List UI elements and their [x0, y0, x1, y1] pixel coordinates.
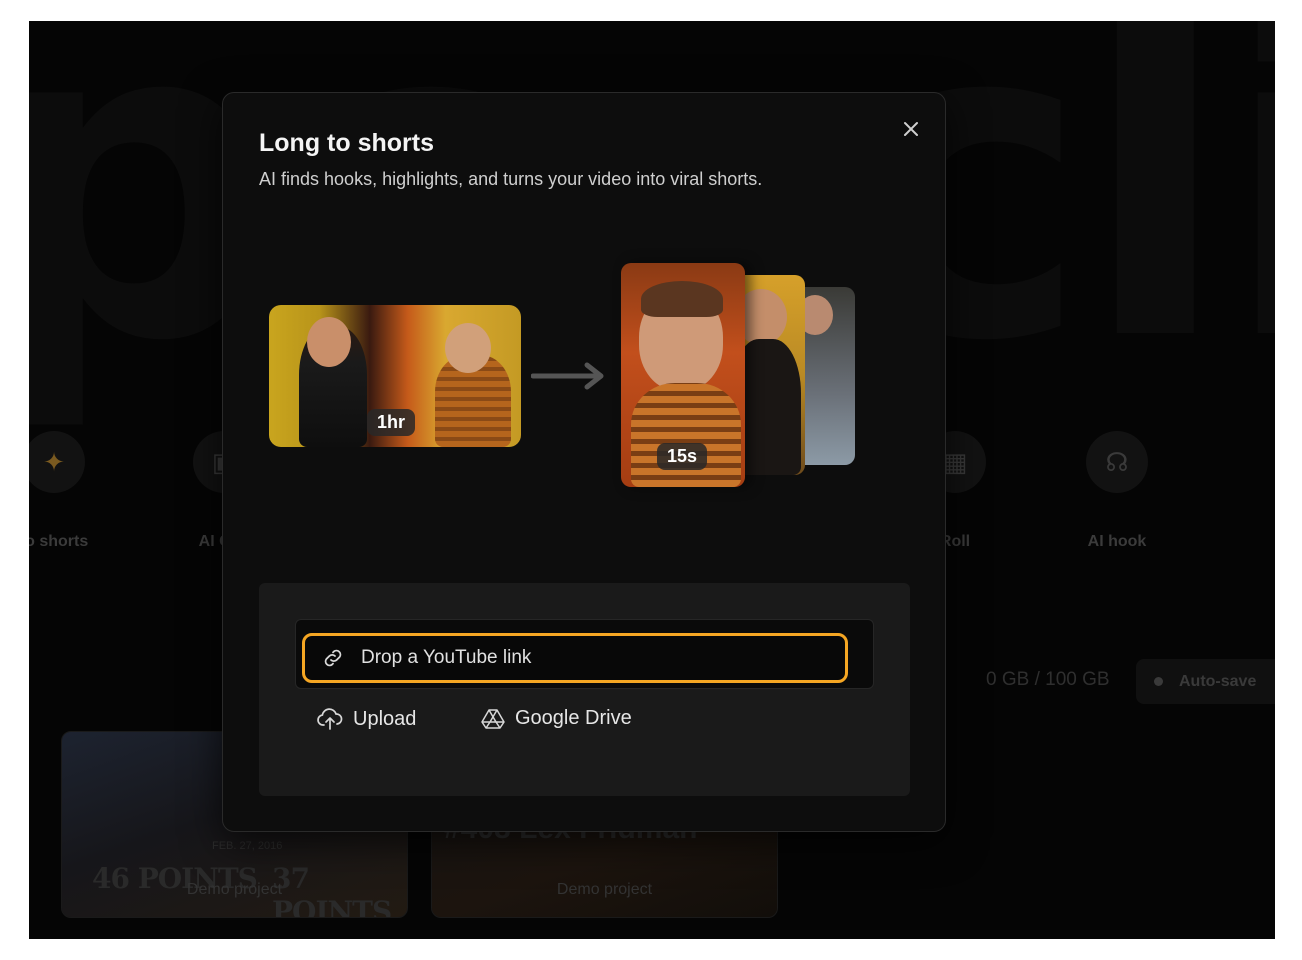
duration-badge: 15s — [657, 443, 708, 470]
youtube-link-input[interactable] — [359, 646, 845, 670]
duration-badge: 1hr — [367, 409, 416, 436]
cloud-upload-icon — [317, 708, 343, 730]
head-waveform-icon: ☊ — [1086, 431, 1148, 493]
demo-date: FEB. 27, 2016 — [212, 840, 283, 852]
autosave-toggle[interactable]: Auto-save — [1136, 659, 1275, 704]
long-video-thumbnail: 1hr — [269, 305, 521, 447]
short-clip-thumbnail: 15s — [621, 263, 745, 487]
demo-label: Demo project — [186, 881, 283, 898]
close-icon — [904, 122, 918, 136]
youtube-link-field[interactable] — [302, 633, 848, 683]
tool-ai-hook[interactable]: ☊ AI hook — [1052, 431, 1182, 551]
tool-long-to-shorts[interactable]: ✦ to shorts — [29, 431, 119, 551]
google-drive-icon — [481, 708, 505, 729]
autosave-label: Auto-save — [1179, 672, 1257, 690]
tool-label: to shorts — [29, 533, 89, 550]
arrow-right-icon — [531, 362, 604, 390]
demo-label: Demo project — [556, 881, 653, 898]
close-button[interactable] — [897, 115, 925, 143]
long-to-shorts-illustration: 1hr 15s — [223, 253, 945, 503]
link-input-container — [295, 619, 874, 689]
google-drive-label: Google Drive — [515, 707, 632, 729]
import-panel: Upload Google Drive — [259, 583, 910, 796]
storage-usage: 0 GB / 100 GB — [986, 669, 1110, 690]
upload-label: Upload — [353, 707, 417, 730]
link-icon — [321, 645, 347, 671]
sparkle-icon: ✦ — [29, 431, 85, 493]
status-dot-icon — [1154, 677, 1163, 686]
modal-subtitle: AI finds hooks, highlights, and turns yo… — [259, 169, 763, 189]
modal-title: Long to shorts — [259, 129, 434, 157]
upload-button[interactable]: Upload — [317, 707, 416, 731]
tool-label: AI hook — [1087, 533, 1147, 550]
long-to-shorts-modal: Long to shorts AI finds hooks, highlight… — [222, 92, 946, 832]
google-drive-button[interactable]: Google Drive — [481, 707, 632, 730]
